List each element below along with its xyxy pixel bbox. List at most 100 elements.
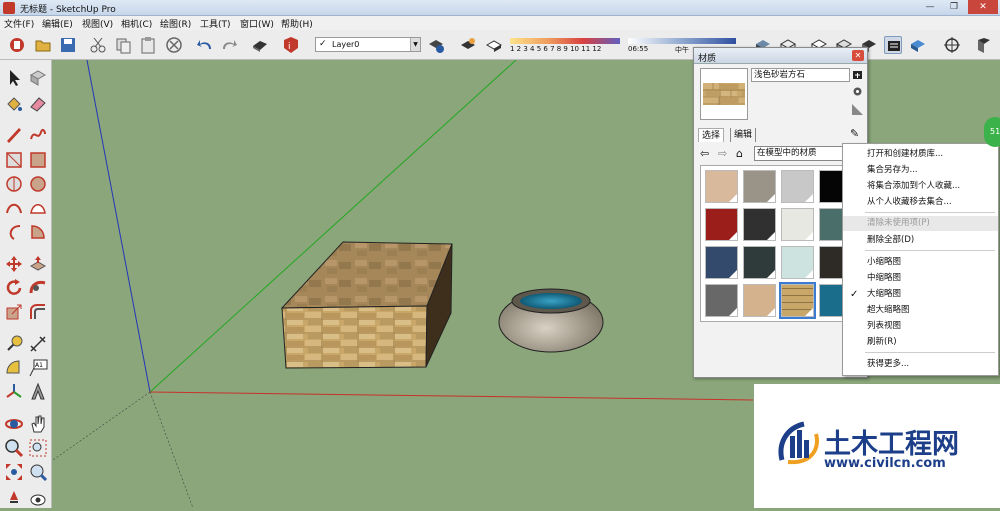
pan-hand-icon[interactable]	[28, 414, 48, 434]
material-swatch[interactable]	[743, 170, 776, 203]
rotated-rectangle-icon[interactable]	[28, 150, 48, 170]
context-menu-item[interactable]: 从个人收藏移去集合...	[843, 195, 998, 210]
menu-file[interactable]: 文件(F)	[4, 17, 34, 30]
context-menu-item[interactable]: 列表视图	[843, 319, 998, 334]
orbit-icon[interactable]	[4, 414, 24, 434]
shadow-month-slider[interactable]	[510, 38, 620, 44]
undo-icon[interactable]	[196, 36, 214, 54]
menu-camera[interactable]: 相机(C)	[121, 17, 152, 30]
display-shadows-icon[interactable]	[485, 36, 503, 54]
material-swatch[interactable]	[705, 208, 738, 241]
menu-window[interactable]: 窗口(W)	[240, 17, 274, 30]
collection-select[interactable]: 在模型中的材质	[754, 146, 845, 161]
close-button[interactable]: ✕	[968, 0, 998, 14]
material-swatch[interactable]	[705, 284, 738, 317]
shadow-settings-icon[interactable]	[459, 36, 477, 54]
pie-icon[interactable]	[28, 222, 48, 242]
select-arrow-icon[interactable]	[4, 68, 24, 88]
zoom-extents-icon[interactable]	[4, 462, 24, 482]
context-menu-item[interactable]: 刷新(R)	[843, 335, 998, 350]
material-swatch[interactable]	[781, 246, 814, 279]
zoom-icon[interactable]	[4, 438, 24, 458]
3d-text-icon[interactable]	[28, 382, 48, 402]
back-arrow-icon[interactable]: ⇦	[700, 147, 709, 160]
copy-icon[interactable]	[114, 36, 132, 54]
monochrome-style-icon[interactable]	[884, 36, 902, 54]
rotate-icon[interactable]	[4, 278, 24, 298]
menu-help[interactable]: 帮助(H)	[281, 17, 313, 30]
protractor-icon[interactable]	[4, 358, 24, 378]
context-menu-item[interactable]: ✓ 大缩略图	[843, 287, 998, 302]
material-name-field[interactable]: 浅色砂岩方石	[751, 68, 850, 82]
material-swatch[interactable]	[743, 246, 776, 279]
context-menu-item[interactable]: 删除全部(D)	[843, 233, 998, 248]
offset-icon[interactable]	[28, 302, 48, 322]
context-menu-item[interactable]: 小缩略图	[843, 255, 998, 270]
two-point-arc-icon[interactable]	[28, 198, 48, 218]
material-swatch[interactable]	[743, 208, 776, 241]
cut-icon[interactable]	[89, 36, 107, 54]
context-menu-item[interactable]: 获得更多...	[843, 357, 998, 372]
make-component-icon[interactable]	[28, 68, 48, 88]
menu-tools[interactable]: 工具(T)	[200, 17, 231, 30]
material-swatch-icon[interactable]	[852, 104, 863, 115]
redo-icon[interactable]	[220, 36, 238, 54]
forward-arrow-icon[interactable]: ⇨	[718, 147, 727, 160]
minimize-button[interactable]: —	[920, 0, 940, 14]
create-material-icon[interactable]	[852, 69, 863, 80]
scale-icon[interactable]	[4, 302, 24, 322]
open-folder-icon[interactable]	[34, 36, 52, 54]
save-icon[interactable]	[59, 36, 77, 54]
shadow-time-slider[interactable]	[628, 38, 736, 44]
dimension-icon[interactable]	[28, 334, 48, 354]
context-menu-item[interactable]: 将集合添加到个人收藏...	[843, 179, 998, 194]
menu-view[interactable]: 视图(V)	[82, 17, 113, 30]
three-point-arc-icon[interactable]	[4, 222, 24, 242]
context-menu-item[interactable]: 超大缩略图	[843, 303, 998, 318]
home-icon[interactable]: ⌂	[736, 147, 743, 160]
chevron-down-icon[interactable]: ▼	[410, 38, 420, 51]
follow-me-icon[interactable]	[28, 278, 48, 298]
new-file-icon[interactable]	[8, 36, 26, 54]
paint-bucket-icon[interactable]	[4, 94, 24, 114]
model-info-icon[interactable]: i	[282, 36, 300, 54]
default-material-icon[interactable]	[852, 86, 863, 97]
layer-select[interactable]: ✓ Layer0 ▼	[315, 37, 421, 52]
context-menu-item[interactable]: 中缩略图	[843, 271, 998, 286]
text-label-icon[interactable]: A1	[28, 358, 48, 378]
material-swatch[interactable]	[781, 208, 814, 241]
context-menu-item[interactable]: 集合另存为...	[843, 163, 998, 178]
back-edges-icon[interactable]	[909, 36, 927, 54]
axes-icon[interactable]	[4, 382, 24, 402]
look-around-icon[interactable]	[28, 488, 48, 508]
context-menu-item[interactable]: 打开和创建材质库...	[843, 147, 998, 162]
paste-icon[interactable]	[139, 36, 157, 54]
side-badge[interactable]: 51	[984, 117, 1000, 147]
freehand-icon[interactable]	[28, 124, 48, 144]
zoom-window-icon[interactable]	[28, 438, 48, 458]
restore-button[interactable]: ❐	[944, 0, 964, 14]
circle-icon[interactable]	[4, 174, 24, 194]
sample-paint-eyedropper-icon[interactable]: ✎	[850, 127, 859, 140]
walk-icon[interactable]	[975, 36, 993, 54]
material-swatch[interactable]	[705, 170, 738, 203]
material-swatch[interactable]	[779, 282, 816, 319]
material-swatch[interactable]	[705, 246, 738, 279]
position-camera-tool-icon[interactable]	[4, 488, 24, 508]
polygon-icon[interactable]	[28, 174, 48, 194]
arc-icon[interactable]	[4, 198, 24, 218]
rectangle-icon[interactable]	[4, 150, 24, 170]
print-icon[interactable]	[251, 36, 269, 54]
menu-draw[interactable]: 绘图(R)	[160, 17, 191, 30]
material-swatch[interactable]	[743, 284, 776, 317]
tape-measure-icon[interactable]	[4, 334, 24, 354]
tab-edit[interactable]: 编辑	[730, 128, 757, 142]
erase-icon[interactable]	[165, 36, 183, 54]
menu-edit[interactable]: 编辑(E)	[42, 17, 73, 30]
panel-close-button[interactable]: ✕	[852, 50, 864, 61]
line-pencil-icon[interactable]	[4, 124, 24, 144]
layer-manager-icon[interactable]	[427, 36, 445, 54]
material-swatch[interactable]	[781, 170, 814, 203]
tab-select[interactable]: 选择	[698, 128, 725, 142]
push-pull-icon[interactable]	[28, 254, 48, 274]
